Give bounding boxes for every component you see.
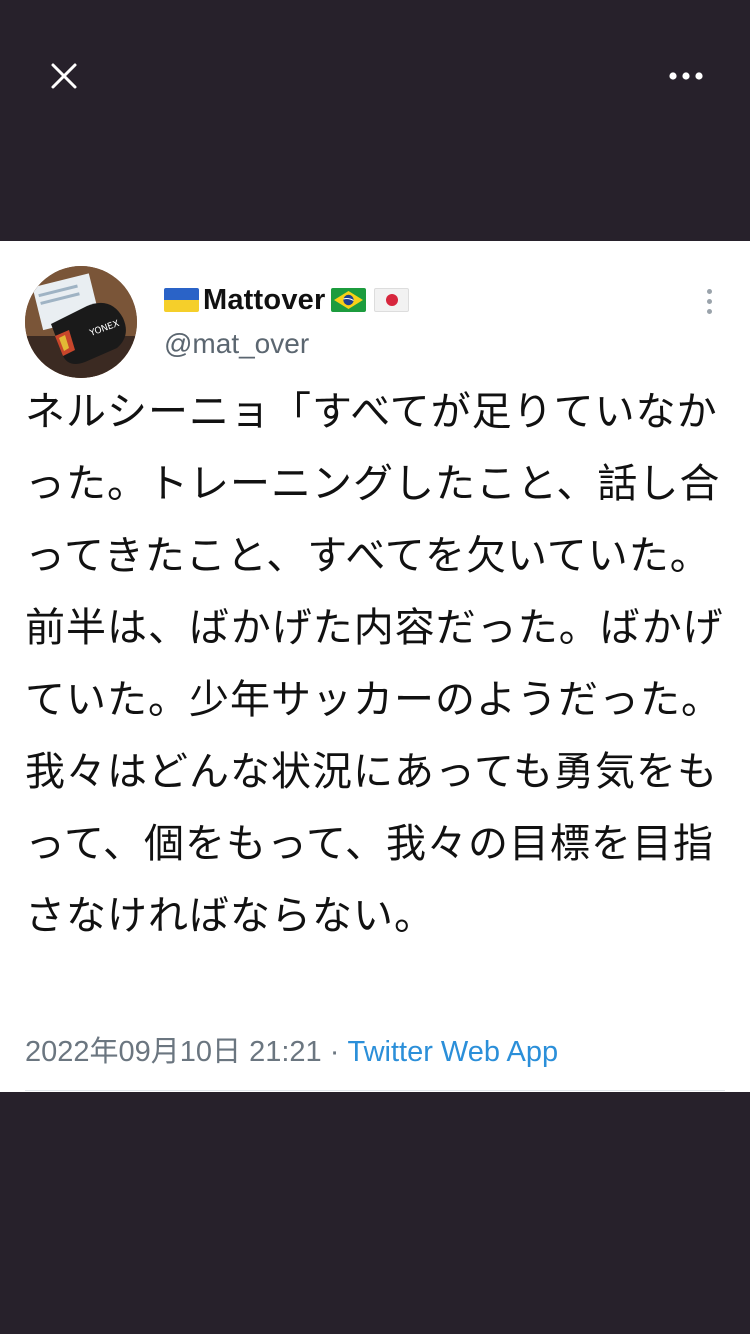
display-name[interactable]: Mattover [203, 284, 325, 317]
tweet-options-icon[interactable] [694, 284, 724, 318]
close-icon [51, 63, 77, 89]
tweet-meta: 2022年09月10日 21:21 · Twitter Web App [25, 1028, 558, 1070]
japan-flag-icon [374, 288, 410, 312]
display-name-row[interactable]: Mattover [164, 280, 410, 320]
more-options-button[interactable] [662, 56, 710, 96]
divider [25, 1090, 725, 1091]
avatar-image: YONEX [25, 266, 137, 378]
more-horizontal-icon [669, 72, 703, 80]
tweet-text: ネルシーニョ「すべてが足りていなかった。トレーニングしたこと、話し合ってきたこと… [25, 389, 724, 939]
viewer-topbar [0, 0, 750, 240]
tweet-timestamp[interactable]: 2022年09月10日 21:21 [25, 1036, 322, 1068]
avatar[interactable]: YONEX [25, 266, 137, 378]
meta-separator: · [329, 1036, 340, 1068]
ukraine-flag-icon [164, 288, 199, 312]
user-handle[interactable]: @mat_over [164, 328, 309, 360]
close-button[interactable] [44, 56, 84, 96]
tweet-source-link[interactable]: Twitter Web App [347, 1036, 558, 1068]
media-viewer: YONEX Mattover @mat_over ネルシーニョ「すべてが足りてい… [0, 0, 750, 1334]
brazil-flag-icon [331, 288, 367, 312]
